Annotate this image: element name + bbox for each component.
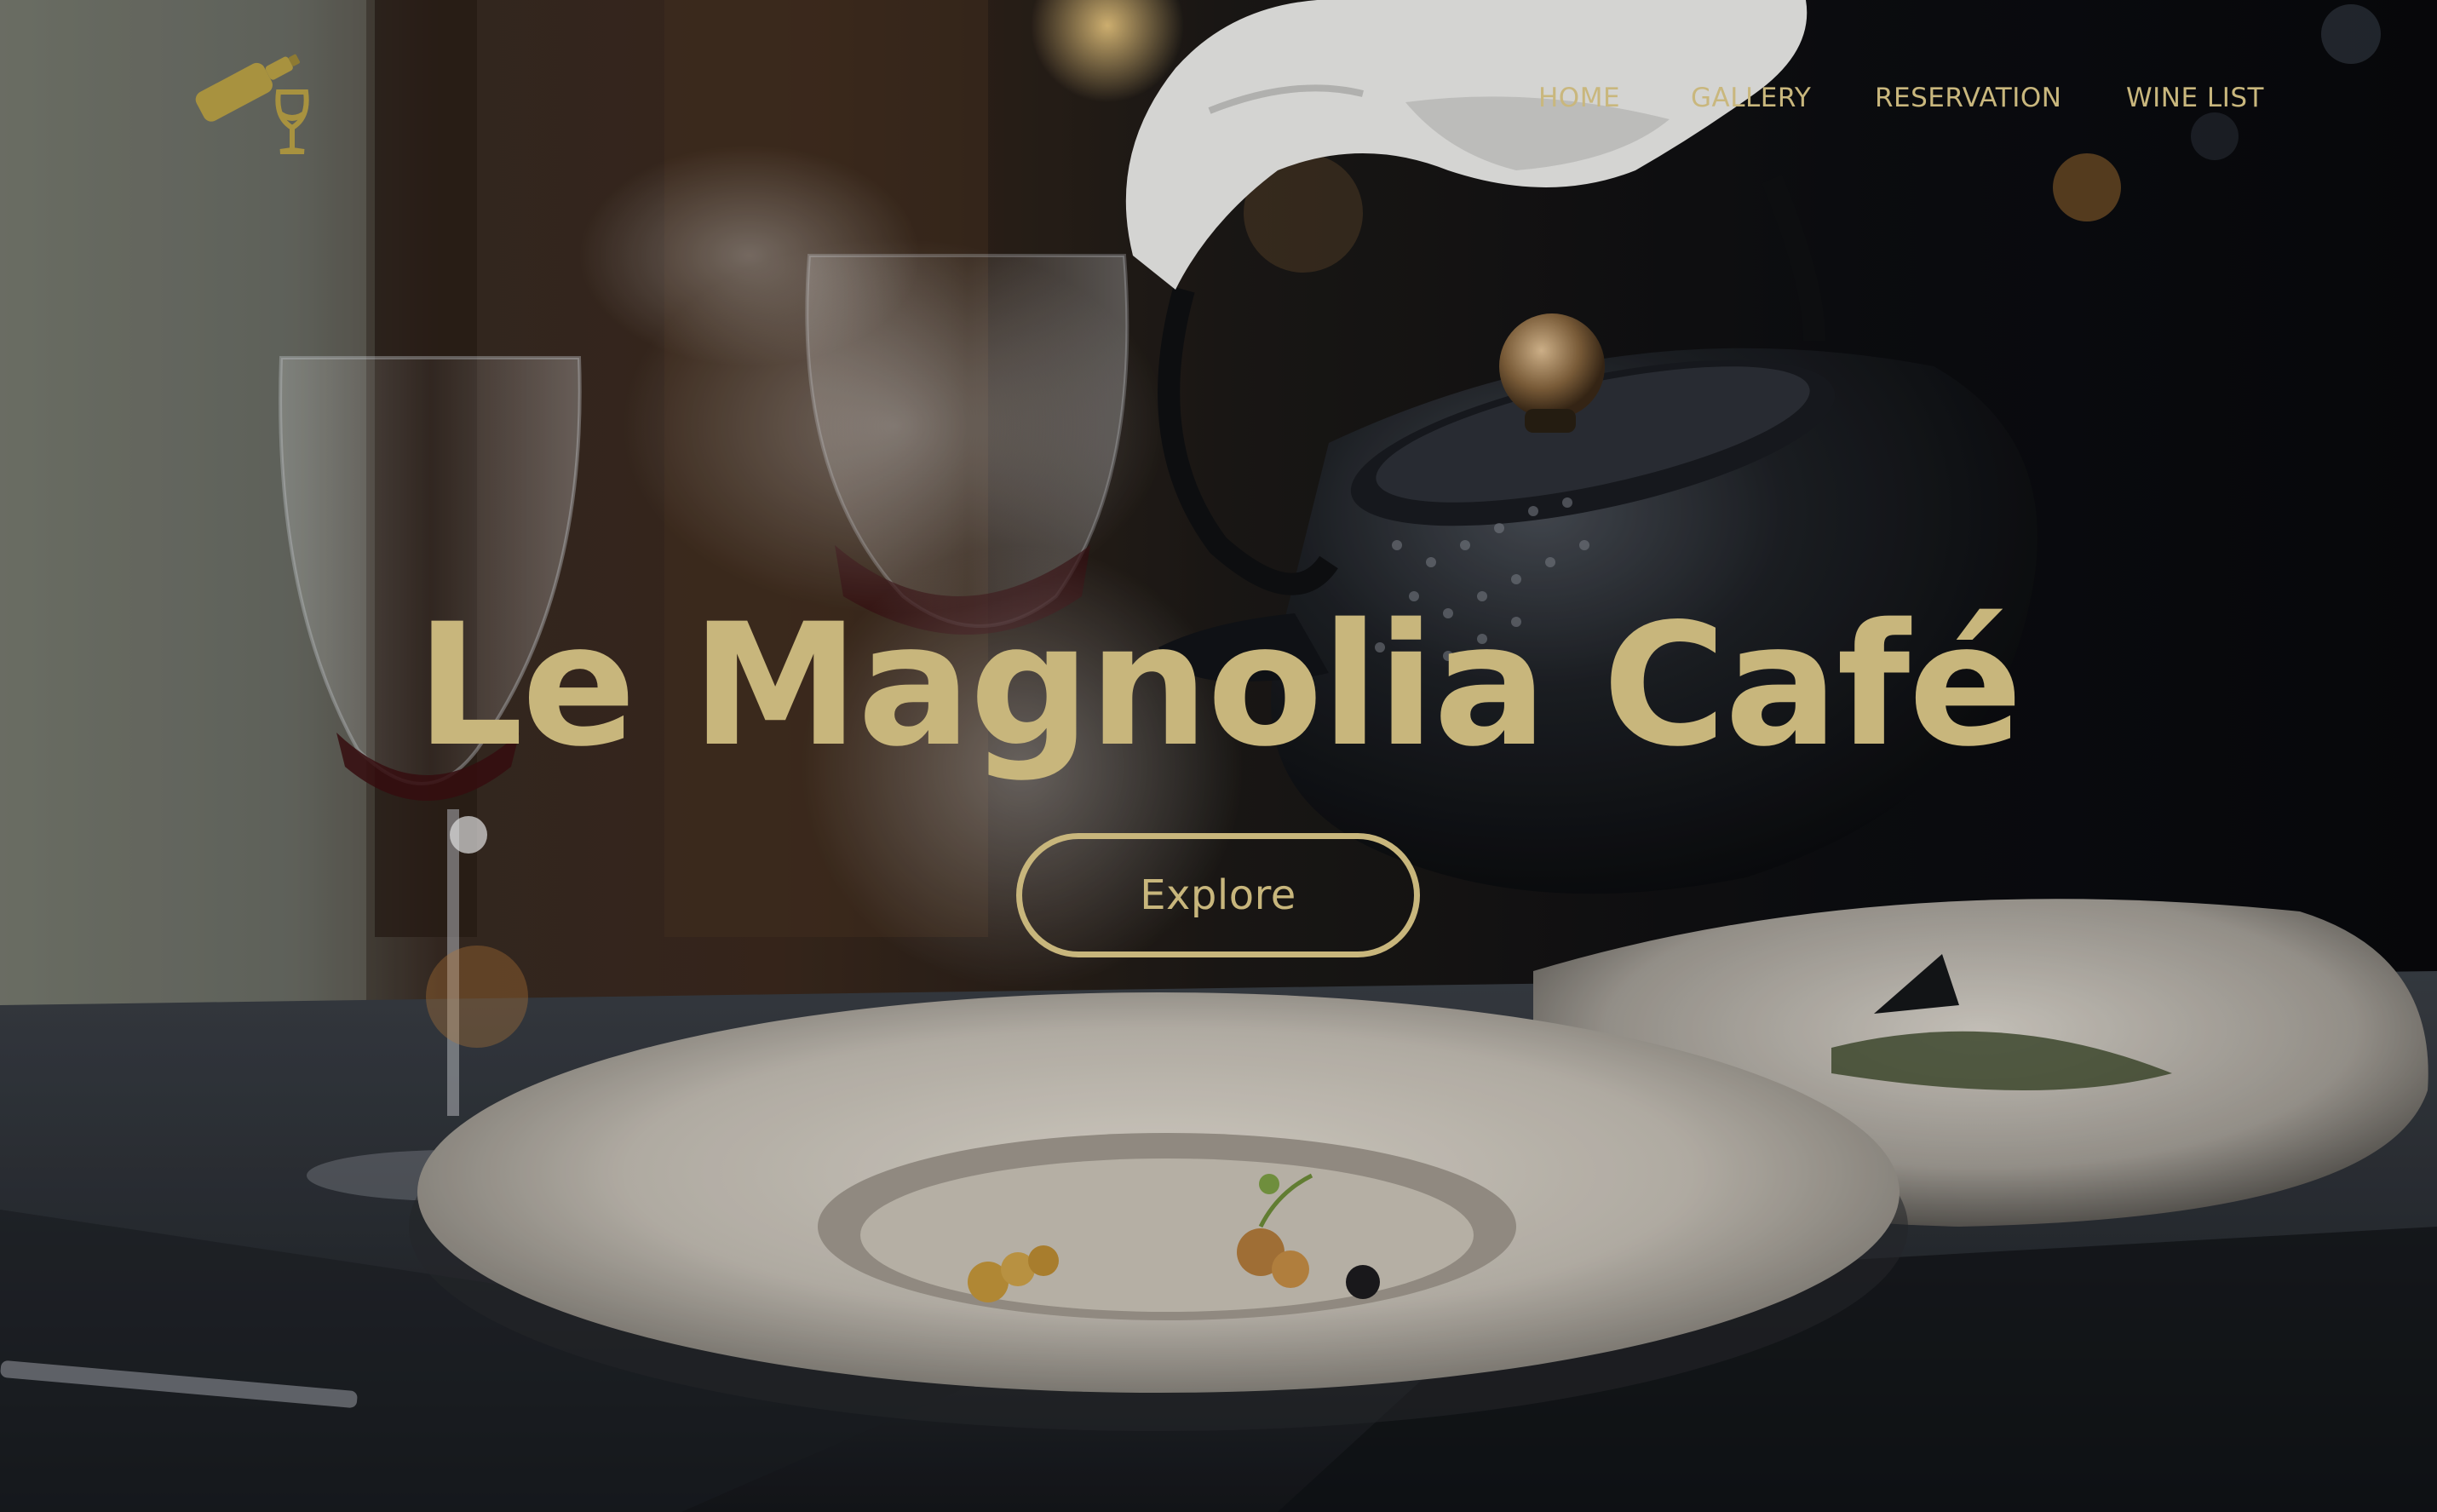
- hero-section: HOME GALLERY RESERVATION WINE LIST Le Ma…: [0, 0, 2437, 1512]
- main-navigation: HOME GALLERY RESERVATION WINE LIST: [0, 77, 2437, 119]
- nav-link-wine-list[interactable]: WINE LIST: [2126, 77, 2264, 119]
- explore-button-label: Explore: [1140, 871, 1296, 919]
- nav-link-gallery[interactable]: GALLERY: [1691, 77, 1811, 119]
- nav-link-home[interactable]: HOME: [1538, 77, 1620, 119]
- explore-button[interactable]: Explore: [1016, 833, 1420, 957]
- hero-title: Le Magnolia Café: [416, 587, 2022, 784]
- nav-link-reservation[interactable]: RESERVATION: [1875, 77, 2061, 119]
